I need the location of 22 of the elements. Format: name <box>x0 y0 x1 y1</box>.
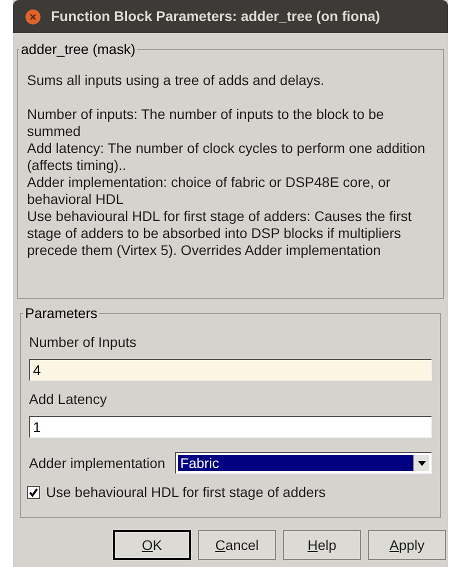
field-label: Adder implementation <box>29 454 166 473</box>
input-field[interactable]: 1 <box>29 416 432 438</box>
group-title: Parameters <box>24 304 98 323</box>
checkbox-label: Use behavioural HDL for first stage of adders <box>46 483 326 502</box>
description-text: Use behavioural HDL for first stage of adders: Causes the first stage of adders to be absorbed into DSP blocks if multipliers precede them (Virtex 5). Overrides Adder implementation <box>27 208 413 259</box>
dialog-button[interactable]: Apply <box>368 530 446 560</box>
caret-icon[interactable] <box>413 455 429 471</box>
field-label: Number of Inputs <box>29 333 138 352</box>
dialog-button[interactable]: Help <box>283 530 361 560</box>
input-field[interactable]: 4 <box>29 359 432 381</box>
checkbox[interactable] <box>27 486 40 499</box>
description-text: Number of inputs: The number of inputs to the block to be summed <box>27 106 385 140</box>
window-title: Function Block Parameters: adder_tree (on fiona) <box>51 7 380 26</box>
description-text: Adder implementation: choice of fabric or DSP48E core, or behavioral HDL <box>27 174 392 208</box>
dialog-button[interactable]: OK <box>113 530 191 560</box>
description-text: Add latency: The number of clock cycles to perform one addition (affects timing).. <box>27 140 426 174</box>
description-text: Sums all inputs using a tree of adds and delays. <box>27 72 326 89</box>
dropdown[interactable]: Fabric <box>175 452 432 474</box>
close-icon[interactable] <box>25 8 41 24</box>
group-title: adder_tree (mask) <box>20 40 136 59</box>
dialog-button[interactable]: Cancel <box>198 530 276 560</box>
field-label: Add Latency <box>29 390 108 409</box>
